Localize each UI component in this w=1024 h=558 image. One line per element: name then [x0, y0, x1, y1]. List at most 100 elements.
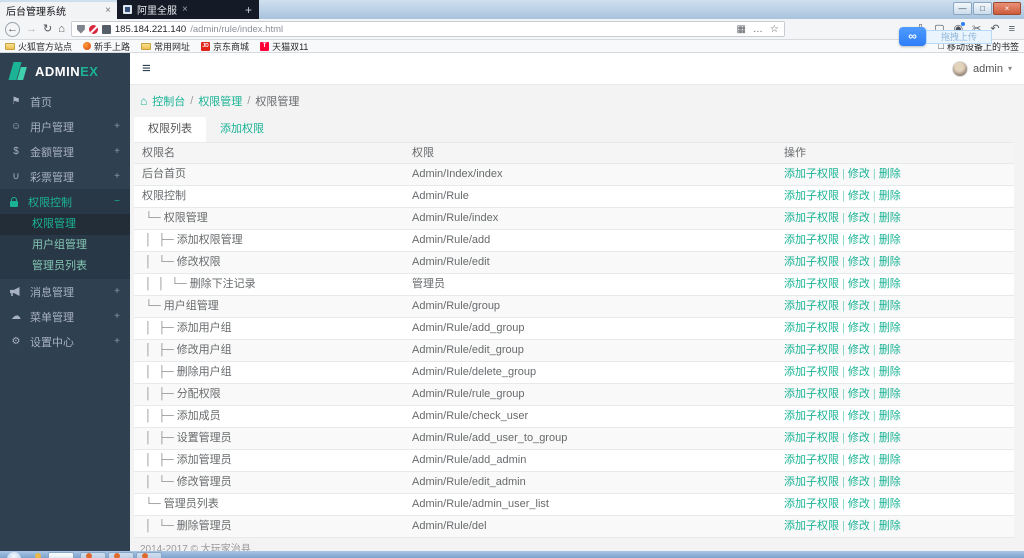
delete-link[interactable]: 删除: [879, 300, 901, 312]
edit-link[interactable]: 修改: [848, 212, 870, 224]
sidebar-item-6[interactable]: ☁菜单管理+: [0, 304, 130, 329]
edit-link[interactable]: 修改: [848, 476, 870, 488]
page-actions-icon[interactable]: …: [753, 24, 763, 35]
add-child-permission-link[interactable]: 添加子权限: [784, 410, 839, 422]
add-child-permission-link[interactable]: 添加子权限: [784, 344, 839, 356]
add-child-permission-link[interactable]: 添加子权限: [784, 278, 839, 290]
bookmark-item[interactable]: 常用网址: [141, 40, 190, 53]
breadcrumb-item[interactable]: 权限管理: [198, 93, 242, 109]
delete-link[interactable]: 删除: [879, 476, 901, 488]
taskbar-button[interactable]: [80, 552, 106, 558]
delete-link[interactable]: 删除: [879, 454, 901, 466]
add-child-permission-link[interactable]: 添加子权限: [784, 190, 839, 202]
bookmark-item[interactable]: JD京东商城: [201, 40, 249, 53]
edit-link[interactable]: 修改: [848, 388, 870, 400]
delete-link[interactable]: 删除: [879, 190, 901, 202]
expand-toggle-icon[interactable]: −: [114, 196, 120, 207]
expand-toggle-icon[interactable]: +: [114, 171, 120, 182]
delete-link[interactable]: 删除: [879, 344, 901, 356]
edit-link[interactable]: 修改: [848, 278, 870, 290]
delete-link[interactable]: 删除: [879, 388, 901, 400]
bookmark-item[interactable]: T天猫双11: [260, 40, 308, 53]
edit-link[interactable]: 修改: [848, 498, 870, 510]
add-child-permission-link[interactable]: 添加子权限: [784, 366, 839, 378]
tab-close-icon[interactable]: ×: [182, 4, 188, 15]
edit-link[interactable]: 修改: [848, 322, 870, 334]
reload-icon[interactable]: ↻: [43, 24, 52, 35]
sidebar-item-2[interactable]: $金额管理+: [0, 139, 130, 164]
netdisk-icon[interactable]: ∞: [899, 27, 926, 46]
delete-link[interactable]: 删除: [879, 432, 901, 444]
sidebar-item-1[interactable]: ☺用户管理+: [0, 114, 130, 139]
address-bar[interactable]: 185.184.221.140/admin/rule/index.html ▦ …: [71, 21, 785, 37]
add-child-permission-link[interactable]: 添加子权限: [784, 498, 839, 510]
menu-hamburger-icon[interactable]: ≡: [1009, 24, 1015, 35]
tab-permission-list[interactable]: 权限列表: [134, 117, 206, 142]
delete-link[interactable]: 删除: [879, 256, 901, 268]
sidebar-subitem-1[interactable]: 用户组管理: [0, 235, 130, 256]
taskbar-button[interactable]: [48, 552, 74, 558]
edit-link[interactable]: 修改: [848, 168, 870, 180]
sidebar-item-0[interactable]: ⚑首页: [0, 89, 130, 114]
edit-link[interactable]: 修改: [848, 190, 870, 202]
add-child-permission-link[interactable]: 添加子权限: [784, 432, 839, 444]
delete-link[interactable]: 删除: [879, 410, 901, 422]
sidebar-item-4[interactable]: 权限控制−: [0, 189, 130, 214]
delete-link[interactable]: 删除: [879, 168, 901, 180]
edit-link[interactable]: 修改: [848, 234, 870, 246]
expand-toggle-icon[interactable]: +: [114, 336, 120, 347]
add-child-permission-link[interactable]: 添加子权限: [784, 234, 839, 246]
start-button[interactable]: [7, 552, 21, 558]
delete-link[interactable]: 删除: [879, 366, 901, 378]
add-child-permission-link[interactable]: 添加子权限: [784, 300, 839, 312]
taskbar-button[interactable]: [108, 552, 134, 558]
edit-link[interactable]: 修改: [848, 256, 870, 268]
bookmark-star-icon[interactable]: ☆: [770, 24, 779, 35]
bookmark-item[interactable]: 火狐官方站点: [5, 40, 72, 53]
adblock-icon[interactable]: [89, 25, 98, 34]
bookmark-item[interactable]: 新手上路: [83, 40, 130, 53]
delete-link[interactable]: 删除: [879, 278, 901, 290]
windows-taskbar[interactable]: [0, 551, 1024, 558]
delete-link[interactable]: 删除: [879, 498, 901, 510]
edit-link[interactable]: 修改: [848, 454, 870, 466]
sidebar-toggle-icon[interactable]: ≡: [142, 60, 151, 77]
delete-link[interactable]: 删除: [879, 212, 901, 224]
breadcrumb-item[interactable]: 控制台: [152, 93, 185, 109]
forward-icon[interactable]: →: [26, 24, 37, 35]
taskbar-folder-icon[interactable]: [35, 553, 41, 558]
extension-icon[interactable]: [102, 25, 111, 34]
add-child-permission-link[interactable]: 添加子权限: [784, 476, 839, 488]
close-button[interactable]: ×: [993, 2, 1021, 15]
add-child-permission-link[interactable]: 添加子权限: [784, 212, 839, 224]
add-child-permission-link[interactable]: 添加子权限: [784, 454, 839, 466]
browser-tab-inactive[interactable]: 阿里全服 ×: [117, 1, 237, 18]
tab-add-permission[interactable]: 添加权限: [206, 117, 278, 142]
sidebar-item-3[interactable]: ∪彩票管理+: [0, 164, 130, 189]
edit-link[interactable]: 修改: [848, 520, 870, 532]
sidebar-subitem-0[interactable]: 权限管理: [0, 214, 130, 235]
taskbar-button[interactable]: [136, 552, 162, 558]
delete-link[interactable]: 删除: [879, 520, 901, 532]
sidebar-subitem-2[interactable]: 管理员列表: [0, 256, 130, 277]
minimize-button[interactable]: —: [953, 2, 972, 15]
sidebar-item-7[interactable]: ⚙设置中心+: [0, 329, 130, 354]
tab-close-icon[interactable]: ×: [105, 5, 111, 16]
add-child-permission-link[interactable]: 添加子权限: [784, 256, 839, 268]
edit-link[interactable]: 修改: [848, 432, 870, 444]
add-child-permission-link[interactable]: 添加子权限: [784, 388, 839, 400]
home-icon[interactable]: ⌂: [58, 24, 65, 35]
add-child-permission-link[interactable]: 添加子权限: [784, 520, 839, 532]
delete-link[interactable]: 删除: [879, 322, 901, 334]
edit-link[interactable]: 修改: [848, 366, 870, 378]
user-menu[interactable]: admin ▾: [952, 61, 1012, 77]
edit-link[interactable]: 修改: [848, 300, 870, 312]
add-child-permission-link[interactable]: 添加子权限: [784, 168, 839, 180]
qr-code-icon[interactable]: ▦: [736, 24, 745, 35]
restore-button[interactable]: □: [973, 2, 992, 15]
edit-link[interactable]: 修改: [848, 410, 870, 422]
back-icon[interactable]: ←: [5, 22, 20, 37]
add-child-permission-link[interactable]: 添加子权限: [784, 322, 839, 334]
tracking-shield-icon[interactable]: [77, 25, 85, 34]
sidebar-item-5[interactable]: 消息管理+: [0, 279, 130, 304]
